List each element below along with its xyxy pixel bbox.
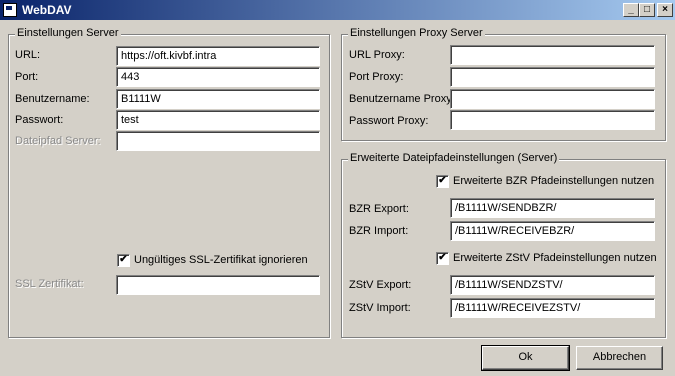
- ssl-cert-label: SSL Zertifikat:: [15, 278, 84, 290]
- proxy-port-field[interactable]: [450, 67, 655, 87]
- title-bar: WebDAV _ □ ×: [0, 0, 675, 20]
- zstv-export-field[interactable]: /B1111W/SENDZSTV/: [450, 275, 655, 295]
- url-label: URL:: [15, 49, 41, 61]
- app-icon: [3, 3, 17, 17]
- window-title: WebDAV: [22, 3, 72, 17]
- bzr-import-field[interactable]: /B1111W/RECEIVEBZR/: [450, 221, 655, 241]
- zstv-export-label: ZStV Export:: [349, 279, 412, 291]
- username-label: Benutzername:: [15, 93, 90, 105]
- proxy-settings-legend: Einstellungen Proxy Server: [348, 27, 485, 39]
- zstv-import-field[interactable]: /B1111W/RECEIVEZSTV/: [450, 298, 655, 318]
- ssl-cert-field[interactable]: [116, 275, 320, 295]
- cancel-button[interactable]: Abbrechen: [576, 346, 663, 370]
- password-label: Passwort:: [15, 114, 64, 126]
- ok-button[interactable]: Ok: [481, 345, 570, 371]
- close-button[interactable]: ×: [657, 3, 673, 17]
- server-settings-legend: Einstellungen Server: [15, 27, 121, 39]
- proxy-password-label: Passwort Proxy:: [349, 115, 429, 127]
- proxy-username-label: Benutzername Proxy:: [349, 93, 455, 105]
- filepath-label: Dateipfad Server:: [15, 135, 101, 147]
- zstv-paths-label[interactable]: Erweiterte ZStV Pfadeinstellungen nutzen: [453, 252, 657, 264]
- bzr-paths-checkbox[interactable]: ✔: [436, 175, 449, 188]
- maximize-button[interactable]: □: [639, 3, 655, 17]
- bzr-paths-label[interactable]: Erweiterte BZR Pfadeinstellungen nutzen: [453, 175, 654, 187]
- ssl-ignore-checkbox[interactable]: ✔: [117, 254, 130, 267]
- proxy-username-field[interactable]: [450, 89, 655, 109]
- password-field[interactable]: test: [116, 110, 320, 130]
- ssl-ignore-label[interactable]: Ungültiges SSL-Zertifikat ignorieren: [134, 254, 308, 266]
- username-field[interactable]: B1111W: [116, 89, 320, 109]
- proxy-url-label: URL Proxy:: [349, 49, 405, 61]
- minimize-button[interactable]: _: [623, 3, 639, 17]
- zstv-import-label: ZStV Import:: [349, 302, 411, 314]
- proxy-port-label: Port Proxy:: [349, 71, 404, 83]
- url-field[interactable]: https://oft.kivbf.intra: [116, 46, 320, 66]
- zstv-paths-checkbox[interactable]: ✔: [436, 252, 449, 265]
- proxy-url-field[interactable]: [450, 45, 655, 65]
- filepath-field[interactable]: [116, 131, 320, 151]
- bzr-export-label: BZR Export:: [349, 203, 409, 215]
- bzr-import-label: BZR Import:: [349, 225, 409, 237]
- port-label: Port:: [15, 71, 39, 83]
- port-field[interactable]: 443: [116, 67, 320, 87]
- proxy-password-field[interactable]: [450, 110, 655, 130]
- bzr-export-field[interactable]: /B1111W/SENDBZR/: [450, 198, 655, 218]
- advanced-paths-legend: Erweiterte Dateipfadeinstellungen (Serve…: [348, 152, 560, 164]
